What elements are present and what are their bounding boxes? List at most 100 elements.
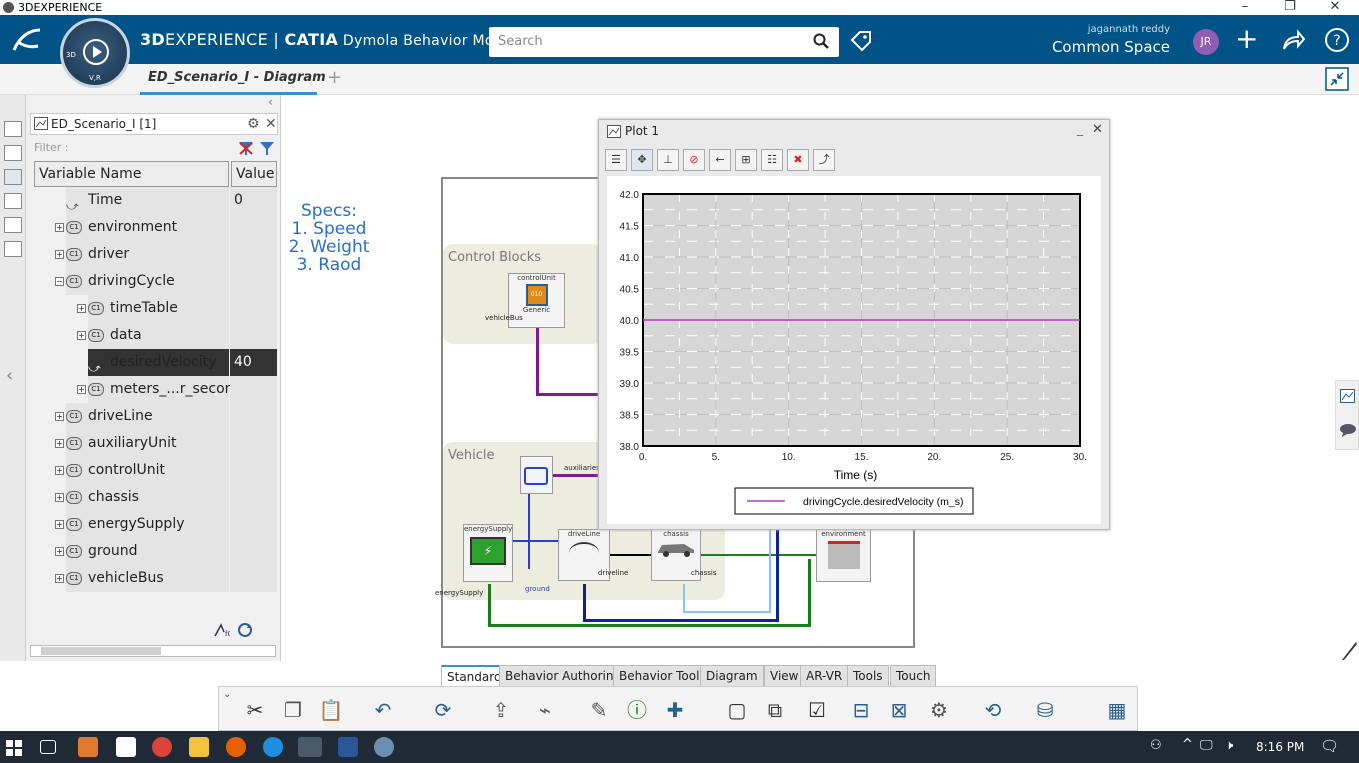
settings-icon[interactable]: ⚙ [925,696,953,724]
chrome-icon[interactable] [152,737,172,757]
add-icon[interactable]: + [1235,23,1258,55]
refresh-model-icon[interactable]: ⟳ [429,696,457,724]
layout-icon[interactable]: ⊟ [847,696,875,724]
connector-icon[interactable]: ⌁ [531,696,559,724]
filter-icon[interactable] [258,139,276,157]
action-tab-diagram[interactable]: Diagram [700,665,764,687]
expand-icon[interactable]: + [55,493,64,502]
collapse-icon[interactable]: − [55,277,64,286]
variable-list-icon[interactable]: ☰ [605,149,627,171]
expand-icon[interactable]: + [77,385,86,394]
action-tab-behavior-authoring[interactable]: Behavior Authoring [499,665,628,687]
table-row[interactable]: + C1 vehicleBus [34,565,277,592]
chevron-up-icon[interactable]: ^ [1182,737,1193,752]
export-icon[interactable]: ⇪ [487,696,515,724]
column-value[interactable]: Value [231,161,277,187]
table-row[interactable]: ⤻ desiredVelocity 40 [34,349,277,376]
tag-icon[interactable] [849,29,873,53]
table-row[interactable]: − C1 drivingCycle [34,268,277,295]
plot-close-button[interactable]: ✕ [1092,122,1103,137]
table-row[interactable]: + C1 auxiliaryUnit [34,430,277,457]
clock[interactable]: 8:16 PM [1256,740,1304,754]
split-plot-icon[interactable]: ☷ [761,149,783,171]
component-environment[interactable]: environment [816,529,871,582]
add-component-icon[interactable]: ✚ [661,696,689,724]
simulate-icon[interactable]: f0 [212,622,230,638]
close-panel-icon[interactable]: ✕ [265,114,277,134]
matlab-icon[interactable] [78,737,98,757]
table-row[interactable]: ⤻ Time 0 [34,187,277,214]
network-icon[interactable]: 🖵 [1200,738,1213,753]
expand-icon[interactable]: + [55,412,64,421]
paste-icon[interactable]: 📋 [317,696,345,724]
share-icon[interactable] [1281,29,1305,51]
3dexperience-taskbar-icon[interactable] [298,737,322,757]
comment-icon[interactable] [1339,423,1357,437]
component-energysupply[interactable]: energySupply ⚡ [463,524,513,582]
database-icon[interactable]: ⛁ [1031,696,1059,724]
table-row[interactable]: + C1 chassis [34,484,277,511]
back-arrow-icon[interactable]: ← [709,149,731,171]
windows-start-icon[interactable] [6,740,22,756]
notification-icon[interactable]: 🗨 [1320,737,1339,755]
action-tab-tools[interactable]: Tools [847,665,889,687]
clear-plot-icon[interactable]: ⊘ [683,149,705,171]
dymola-icon[interactable] [374,737,394,757]
cut-icon[interactable]: ✂ [241,696,269,724]
plot-view-icon[interactable] [4,241,22,257]
plot-minimize-button[interactable]: _ [1077,122,1083,136]
rectangle-icon[interactable]: ▢ [723,696,751,724]
component-view-icon[interactable] [4,145,22,161]
expand-icon[interactable]: + [55,439,64,448]
action-bar-toggle-icon[interactable]: ⌄ [223,689,231,700]
pan-move-icon[interactable]: ✥ [631,149,653,171]
tab-diagram[interactable]: ED_Scenario_I - Diagram [148,70,326,85]
search-input[interactable]: Search [489,27,839,57]
avatar[interactable]: JR [1193,29,1219,55]
table-row[interactable]: + C1 driver [34,241,277,268]
table-row[interactable]: + C1 meters_...r_second [34,376,277,403]
word-icon[interactable] [338,737,358,757]
table-row[interactable]: + C1 energySupply [34,511,277,538]
check-icon[interactable]: ☑ [803,696,831,724]
restore-button[interactable]: ❐ [1275,0,1305,15]
expand-icon[interactable]: + [55,466,64,475]
close-button[interactable]: ✕ [1320,0,1350,15]
expand-icon[interactable]: + [77,331,86,340]
minimize-button[interactable]: – [1230,0,1260,15]
document-view-icon[interactable] [4,193,22,209]
table-row[interactable]: + C1 data [34,322,277,349]
refresh-icon[interactable] [237,622,253,638]
people-icon[interactable]: ⚇ [1150,738,1162,753]
table-row[interactable]: + C1 ground [34,538,277,565]
expand-icon[interactable]: + [55,574,64,583]
expand-icon[interactable]: + [55,223,64,232]
fit-plot-icon[interactable]: ⊞ [735,149,757,171]
action-tab-view[interactable]: View [764,665,805,687]
ds-logo-icon[interactable] [10,26,44,54]
firefox-icon[interactable] [226,737,246,757]
group-icon[interactable]: ⧉ [761,696,789,724]
table-row[interactable]: + C1 controlUnit [34,457,277,484]
expand-icon[interactable]: + [55,520,64,529]
action-tab-standard[interactable]: Standard [441,665,508,687]
scrollbar-thumb[interactable] [41,647,161,655]
expand-icon[interactable]: + [55,547,64,556]
mail-icon[interactable] [116,737,136,757]
variables-view-icon[interactable] [4,169,22,185]
axes-icon[interactable]: ⊥ [657,149,679,171]
plot-side-icon[interactable] [1340,389,1355,403]
table-row[interactable]: + C1 environment [34,214,277,241]
file-explorer-icon[interactable] [189,737,209,757]
collapse-panel-icon[interactable]: ‹ [268,95,273,109]
collapse-icon[interactable] [1325,67,1349,91]
expand-left-icon[interactable]: ‹ [6,365,13,386]
delete-plot-icon[interactable]: ✖ [787,149,809,171]
filter-input[interactable] [54,139,234,157]
table-row[interactable]: + C1 driveLine [34,403,277,430]
export-plot-icon[interactable]: ⤴ [813,149,835,171]
volume-icon[interactable]: 🕨 [1225,738,1233,753]
plot-window[interactable]: Plot 1 _ ✕ ☰ ✥ ⊥ ⊘ ← ⊞ ☷ ✖ ⤴ 38.0 38.5 39.… [598,119,1110,530]
clear-filter-icon[interactable] [237,139,255,157]
action-tab-ar-vr[interactable]: AR-VR [800,665,849,687]
